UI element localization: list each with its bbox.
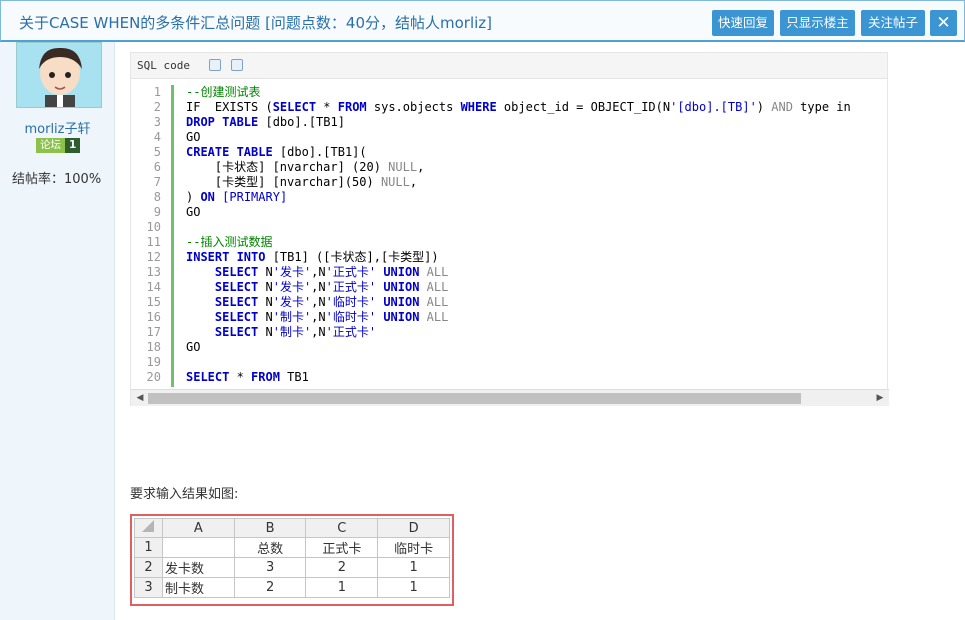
line-number: 7 [153, 175, 161, 189]
sql-code-block: SQL code 1 2 3 4 5 6 7 8 9 10 11 12 13 14 15 16 17 18 19 20… [130, 52, 889, 406]
cell: 2 [305, 557, 379, 578]
horizontal-scrollbar[interactable]: ◀ ▶ [131, 389, 889, 406]
copy-code-icon[interactable] [208, 59, 221, 71]
table-row: 3 制卡数 2 1 1 [134, 577, 450, 598]
corner-cell [134, 518, 163, 538]
code-line: SELECT N'制卡',N'临时卡' UNION ALL [214, 310, 449, 324]
requirement-text: 要求输入结果如图: [130, 487, 239, 502]
code-line: [卡状态] [nvarchar] (20) NULL, [186, 160, 425, 174]
line-number: 1 [153, 85, 161, 99]
code-line: ) ON [PRIMARY] [186, 190, 288, 204]
code-line: SELECT * FROM TB1 [186, 370, 309, 384]
line-number: 3 [153, 115, 161, 129]
follow-topic-button[interactable]: 关注帖子 [861, 10, 925, 36]
badge-level: 1 [65, 138, 81, 153]
line-number: 15 [146, 295, 161, 309]
col-header: B [233, 518, 307, 538]
code-line: --创建测试表 [186, 85, 261, 99]
line-number: 13 [146, 265, 161, 279]
line-number: 16 [146, 310, 161, 324]
row-header: 1 [134, 537, 163, 558]
close-icon[interactable]: ✕ [930, 10, 957, 36]
line-number: 11 [146, 235, 161, 249]
cell: 3 [233, 557, 307, 578]
line-number: 18 [146, 340, 161, 354]
line-number: 2 [153, 100, 161, 114]
line-number: 14 [146, 280, 161, 294]
expected-result-table: A B C D 1 总数 正式卡 临时卡 2 发卡数 3 2 1 3 制卡数 2… [134, 518, 450, 598]
line-number: 8 [153, 190, 161, 204]
cell: 正式卡 [305, 537, 379, 558]
col-header: A [161, 518, 235, 538]
avatar[interactable] [16, 42, 102, 108]
show-owner-only-button[interactable]: 只显示楼主 [780, 10, 855, 36]
line-number: 6 [153, 160, 161, 174]
code-line: GO [186, 130, 201, 144]
select-all-icon [142, 520, 155, 532]
close-rate: 结帖率：100% [12, 172, 102, 187]
table-row: 1 总数 正式卡 临时卡 [134, 537, 450, 558]
code-lines: --创建测试表 IF EXISTS (SELECT * FROM sys.obj… [186, 85, 889, 385]
cell: 临时卡 [377, 537, 450, 558]
code-line: SELECT N'发卡',N'正式卡' UNION ALL [214, 280, 449, 294]
cell: 1 [377, 577, 450, 598]
topic-title: 关于CASE WHEN的多条件汇总问题 [问题点数：40分，结帖人morliz] [19, 14, 493, 32]
code-line: GO [186, 205, 201, 219]
cell: 发卡数 [161, 557, 235, 578]
col-header: D [377, 518, 450, 538]
code-language-label: SQL code [137, 59, 190, 72]
view-source-icon[interactable] [230, 59, 243, 71]
line-number: 5 [153, 145, 161, 159]
code-header: SQL code [131, 53, 887, 79]
line-number: 10 [146, 220, 161, 234]
line-number-gutter: 1 2 3 4 5 6 7 8 9 10 11 12 13 14 15 16 17 18 19 20 [131, 85, 171, 385]
code-line: --插入测试数据 [186, 235, 273, 249]
code-line: INSERT INTO [TB1] ([卡状态],[卡类型]) [186, 250, 439, 264]
cell: 2 [233, 577, 307, 598]
code-line: SELECT N'发卡',N'临时卡' UNION ALL [214, 295, 449, 309]
user-sidebar: morliz子轩 论坛 1 结帖率：100% [0, 42, 115, 620]
quick-reply-button[interactable]: 快速回复 [712, 10, 774, 36]
scroll-left-icon[interactable]: ◀ [133, 391, 147, 405]
row-header: 3 [134, 577, 163, 598]
code-line: IF EXISTS (SELECT * FROM sys.objects WHE… [186, 100, 851, 114]
cell: 制卡数 [161, 577, 235, 598]
badge-label: 论坛 [36, 138, 65, 153]
scroll-right-icon[interactable]: ▶ [873, 391, 887, 405]
line-number: 19 [146, 355, 161, 369]
expected-result-image: A B C D 1 总数 正式卡 临时卡 2 发卡数 3 2 1 3 制卡数 2… [130, 514, 454, 606]
code-line: GO [186, 340, 201, 354]
code-line: CREATE TABLE [dbo].[TB1]( [186, 145, 367, 159]
topic-header: 关于CASE WHEN的多条件汇总问题 [问题点数：40分，结帖人morliz]… [0, 0, 965, 42]
line-number: 4 [153, 130, 161, 144]
line-number: 9 [153, 205, 161, 219]
code-body: 1 2 3 4 5 6 7 8 9 10 11 12 13 14 15 16 17 18 19 20 --创建测试表 … [131, 85, 889, 387]
line-number: 12 [146, 250, 161, 264]
cell: 1 [305, 577, 379, 598]
col-header: C [305, 518, 379, 538]
username-link[interactable]: morliz子轩 [0, 118, 115, 137]
cell [161, 537, 235, 558]
code-line: SELECT N'发卡',N'正式卡' UNION ALL [214, 265, 449, 279]
forum-level-badge: 论坛 1 [36, 138, 81, 153]
gutter-divider [171, 85, 174, 387]
line-number: 17 [146, 325, 161, 339]
code-line: SELECT N'制卡',N'正式卡' [214, 325, 377, 339]
table-row: 2 发卡数 3 2 1 [134, 557, 450, 578]
cell: 总数 [233, 537, 307, 558]
scrollbar-thumb[interactable] [148, 393, 801, 404]
code-line: DROP TABLE [dbo].[TB1] [186, 115, 345, 129]
cell: 1 [377, 557, 450, 578]
code-line: [卡类型] [nvarchar](50) NULL, [186, 175, 418, 189]
row-header: 2 [134, 557, 163, 578]
line-number: 20 [146, 370, 161, 384]
